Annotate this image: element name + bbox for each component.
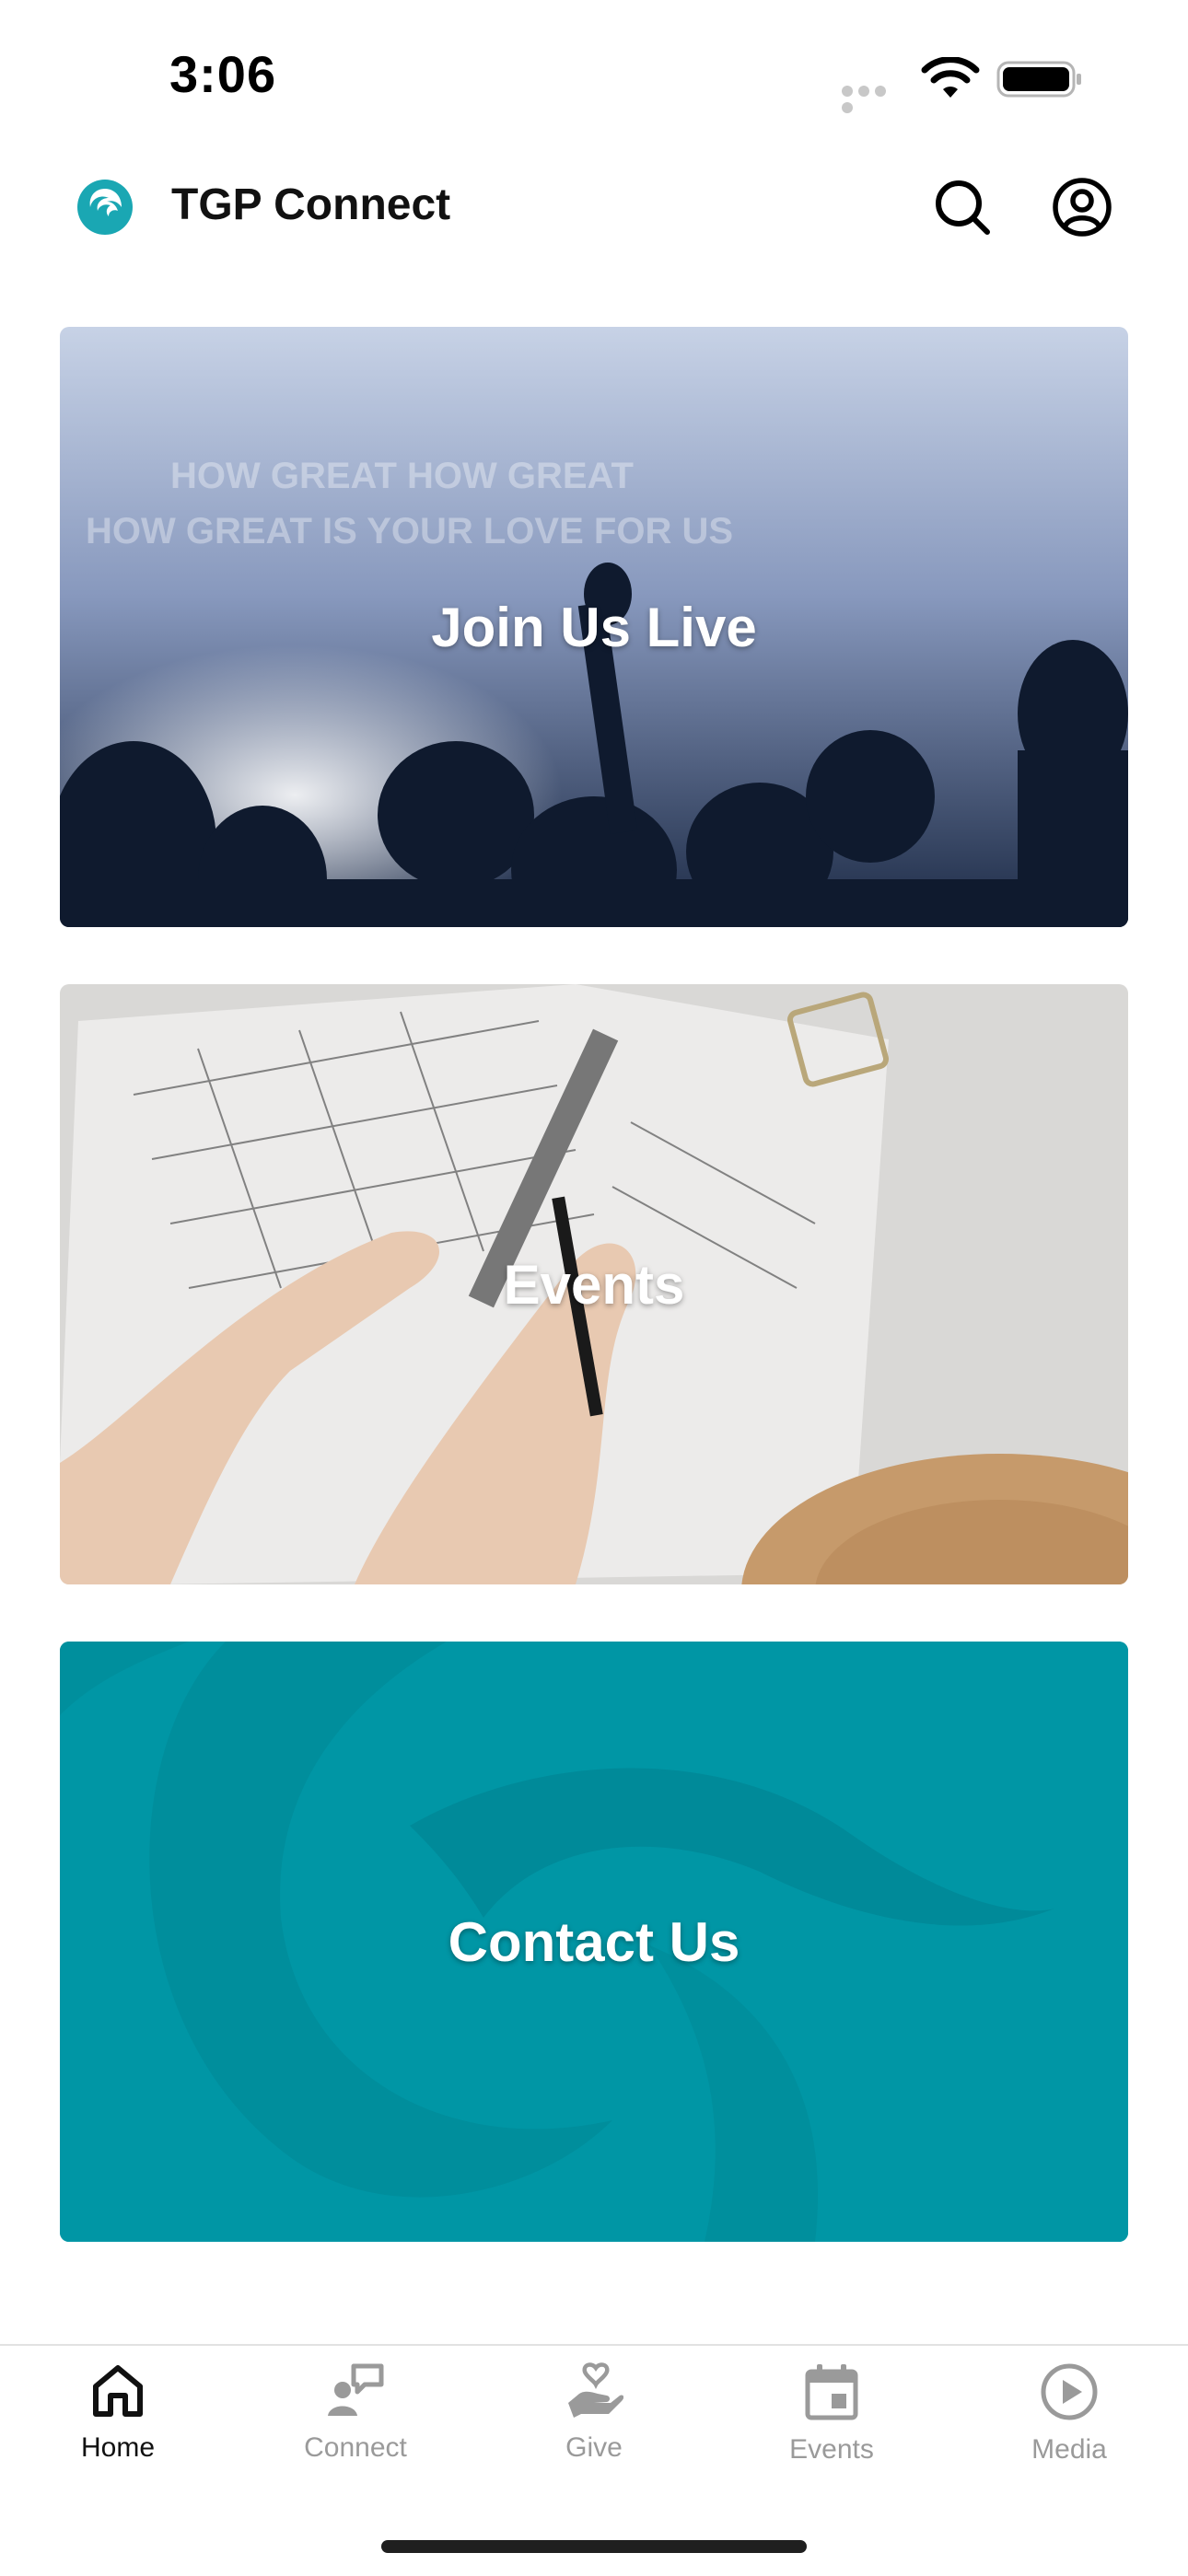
tab-give-label: Give (565, 2432, 623, 2463)
tab-home-label: Home (80, 2432, 156, 2463)
tab-events[interactable]: Events (740, 2362, 924, 2482)
play-icon (1041, 2363, 1098, 2420)
wifi-icon (921, 57, 980, 98)
app-logo-icon (77, 180, 133, 235)
tab-home[interactable]: Home (26, 2362, 210, 2482)
connect-icon (328, 2363, 384, 2416)
search-icon[interactable] (930, 175, 995, 239)
events-label: Events (503, 1253, 685, 1316)
home-indicator[interactable] (381, 2540, 807, 2553)
status-bar: 3:06 (0, 0, 1188, 157)
join-us-live-label: Join Us Live (431, 596, 757, 658)
calendar-icon (805, 2364, 858, 2420)
give-icon (568, 2362, 623, 2418)
contact-us-label: Contact Us (448, 1910, 740, 1973)
tab-events-label: Events (789, 2434, 874, 2465)
cellular-signal-icon (842, 85, 906, 113)
events-card[interactable]: Events (60, 984, 1128, 1584)
app-title: TGP Connect (171, 180, 451, 229)
status-time: 3:06 (169, 45, 277, 103)
tab-media-label: Media (1031, 2434, 1107, 2465)
tab-media[interactable]: Media (977, 2362, 1161, 2482)
tab-connect-label: Connect (304, 2432, 407, 2463)
svg-text:HOW GREAT IS YOUR LOVE FOR US: HOW GREAT IS YOUR LOVE FOR US (86, 511, 733, 551)
battery-icon (996, 61, 1081, 98)
profile-icon[interactable] (1050, 175, 1114, 239)
contact-us-card[interactable]: Contact Us (60, 1642, 1128, 2242)
tab-give[interactable]: Give (502, 2362, 686, 2482)
home-icon (93, 2365, 143, 2417)
svg-text:HOW GREAT HOW GREAT: HOW GREAT HOW GREAT (170, 456, 634, 496)
join-us-live-card[interactable]: HOW GREAT HOW GREAT HOW GREAT IS YOUR LO… (60, 327, 1128, 927)
tab-connect[interactable]: Connect (263, 2362, 448, 2482)
